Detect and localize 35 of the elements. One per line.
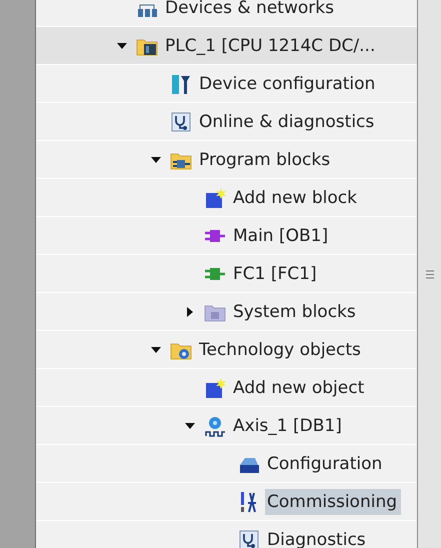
tree-item-label[interactable]: Device configuration (197, 70, 380, 96)
tree-row[interactable]: FC1 [FC1] (36, 255, 417, 293)
tree-row[interactable]: Program blocks (36, 141, 417, 179)
tree-row[interactable]: System blocks (36, 293, 417, 331)
tree-row[interactable]: Add new object (36, 369, 417, 407)
tree-item-label[interactable]: Program blocks (197, 146, 334, 172)
new-block-icon (204, 376, 226, 398)
tree-item-label[interactable]: Diagnostics (265, 526, 370, 548)
tree-row[interactable]: Online & diagnostics (36, 103, 417, 141)
tree-item-label[interactable]: FC1 [FC1] (231, 260, 321, 286)
tree-row[interactable]: Diagnostics (36, 521, 417, 548)
tree-row[interactable]: Configuration (36, 445, 417, 483)
tree-item-label[interactable]: Axis_1 [DB1] (231, 412, 346, 438)
tree-item-label[interactable]: Configuration (265, 450, 386, 476)
tree-item-label[interactable]: System blocks (231, 298, 360, 324)
tree-row[interactable]: Device configuration (36, 65, 417, 103)
tree-item-label[interactable]: PLC_1 [CPU 1214C DC/... (163, 32, 380, 58)
tree-row[interactable]: Technology objects (36, 331, 417, 369)
stethoscope-icon (170, 110, 192, 132)
tree-item-label[interactable]: Add new object (231, 374, 368, 400)
tree-item-label[interactable]: Main [OB1] (231, 222, 332, 248)
axis-icon (204, 414, 226, 436)
tree-row[interactable]: Add new block (36, 179, 417, 217)
tree-row[interactable]: Axis_1 [DB1] (36, 407, 417, 445)
tree-row[interactable]: Commissioning (36, 483, 417, 521)
tree-item-label[interactable]: Commissioning (265, 488, 402, 514)
stethoscope-icon (238, 528, 260, 548)
tree-item-label[interactable]: Technology objects (197, 336, 365, 362)
tree-item-label[interactable]: Add new block (231, 184, 361, 210)
tree-row[interactable]: Main [OB1] (36, 217, 417, 255)
tree-row[interactable]: PLC_1 [CPU 1214C DC/... (36, 27, 417, 65)
device-config-icon (170, 72, 192, 94)
tree-item-label[interactable]: Online & diagnostics (197, 108, 378, 134)
splitter-grip-icon[interactable] (426, 270, 434, 278)
new-block-icon (204, 186, 226, 208)
